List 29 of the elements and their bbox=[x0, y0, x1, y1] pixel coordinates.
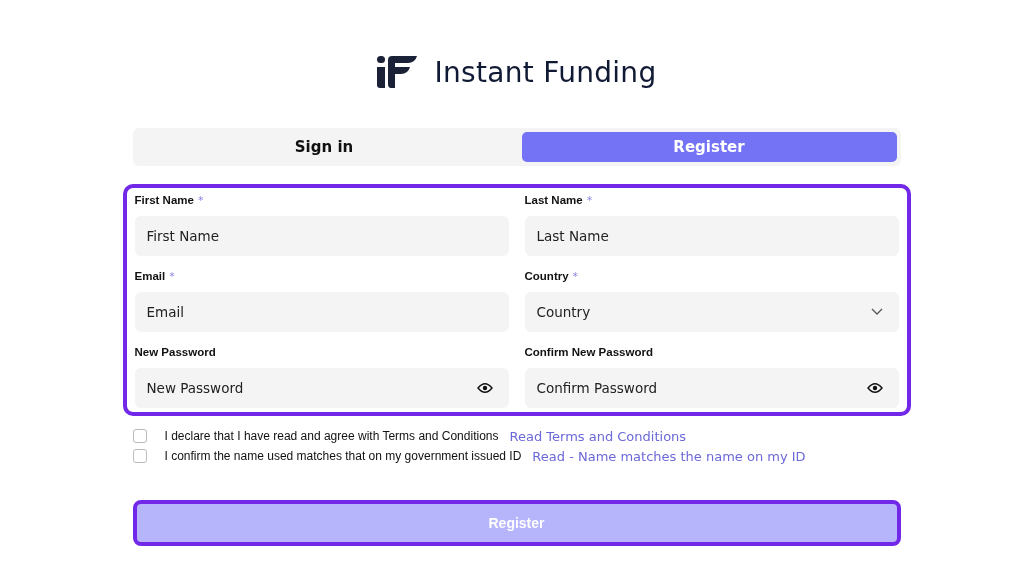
terms-link[interactable]: Read Terms and Conditions bbox=[509, 428, 687, 444]
field-label: First Name bbox=[134, 194, 194, 206]
terms-link[interactable]: Read - Name matches the name on my ID bbox=[532, 448, 806, 464]
logo-icon bbox=[376, 56, 417, 88]
checkbox[interactable] bbox=[132, 449, 147, 463]
checkbox[interactable] bbox=[132, 429, 147, 443]
tab[interactable]: Register bbox=[521, 132, 897, 162]
field-label: New Password bbox=[134, 346, 216, 358]
input-field[interactable]: Last Name bbox=[524, 216, 899, 256]
input-field[interactable]: First Name bbox=[134, 216, 509, 256]
input-field[interactable]: New Password bbox=[134, 368, 509, 408]
agreement-text: I declare that I have read and agree with Terms and Conditions bbox=[164, 429, 499, 443]
chevron-down-icon bbox=[870, 308, 883, 316]
field-label: Email bbox=[134, 270, 166, 282]
input-field[interactable]: Confirm Password bbox=[524, 368, 899, 408]
required-mark: * bbox=[197, 194, 204, 207]
input-field[interactable]: Email bbox=[134, 292, 509, 332]
brand-name: Instant Funding bbox=[434, 55, 657, 89]
required-mark: * bbox=[169, 270, 175, 283]
country-dropdown[interactable]: Country bbox=[524, 292, 899, 332]
agreement-text: I confirm the name used matches that on my government issued ID bbox=[164, 449, 522, 463]
required-mark: * bbox=[572, 270, 579, 283]
tab[interactable]: Sign in bbox=[136, 132, 512, 162]
eye-icon[interactable] bbox=[476, 382, 493, 394]
required-mark: * bbox=[586, 194, 593, 207]
field-label: Country bbox=[524, 270, 569, 282]
eye-icon[interactable] bbox=[866, 382, 883, 394]
field-label: Confirm New Password bbox=[524, 346, 653, 358]
field-label: Last Name bbox=[524, 194, 583, 206]
